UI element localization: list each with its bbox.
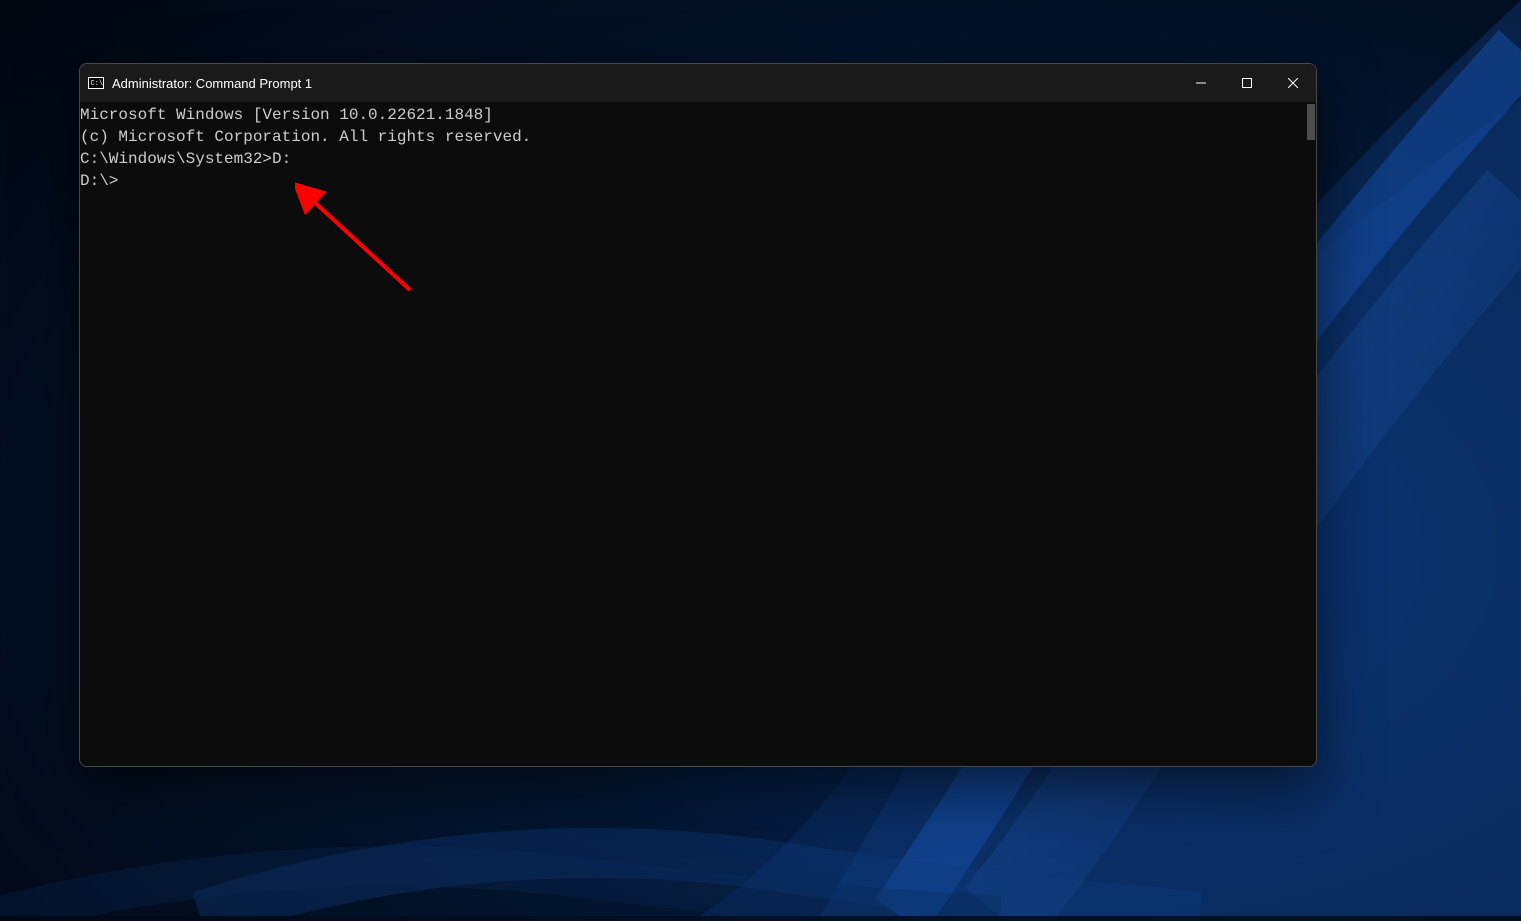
- terminal-line: D:\>: [80, 170, 1316, 192]
- window-titlebar[interactable]: C:\ Administrator: Command Prompt 1: [80, 64, 1316, 102]
- close-button[interactable]: [1270, 64, 1316, 102]
- minimize-button[interactable]: [1178, 64, 1224, 102]
- maximize-button[interactable]: [1224, 64, 1270, 102]
- command-prompt-icon: C:\: [88, 75, 104, 91]
- command-prompt-window: C:\ Administrator: Command Prompt 1: [79, 63, 1317, 767]
- terminal-line: (c) Microsoft Corporation. All rights re…: [80, 126, 1316, 148]
- terminal-line: C:\Windows\System32>D:: [80, 148, 1316, 170]
- vertical-scrollbar[interactable]: [1301, 104, 1315, 764]
- svg-text:C:\: C:\: [91, 80, 104, 88]
- terminal-line: Microsoft Windows [Version 10.0.22621.18…: [80, 104, 1316, 126]
- scrollbar-thumb[interactable]: [1307, 104, 1315, 140]
- window-title: Administrator: Command Prompt 1: [112, 76, 312, 91]
- terminal-content-area[interactable]: Microsoft Windows [Version 10.0.22621.18…: [80, 102, 1316, 766]
